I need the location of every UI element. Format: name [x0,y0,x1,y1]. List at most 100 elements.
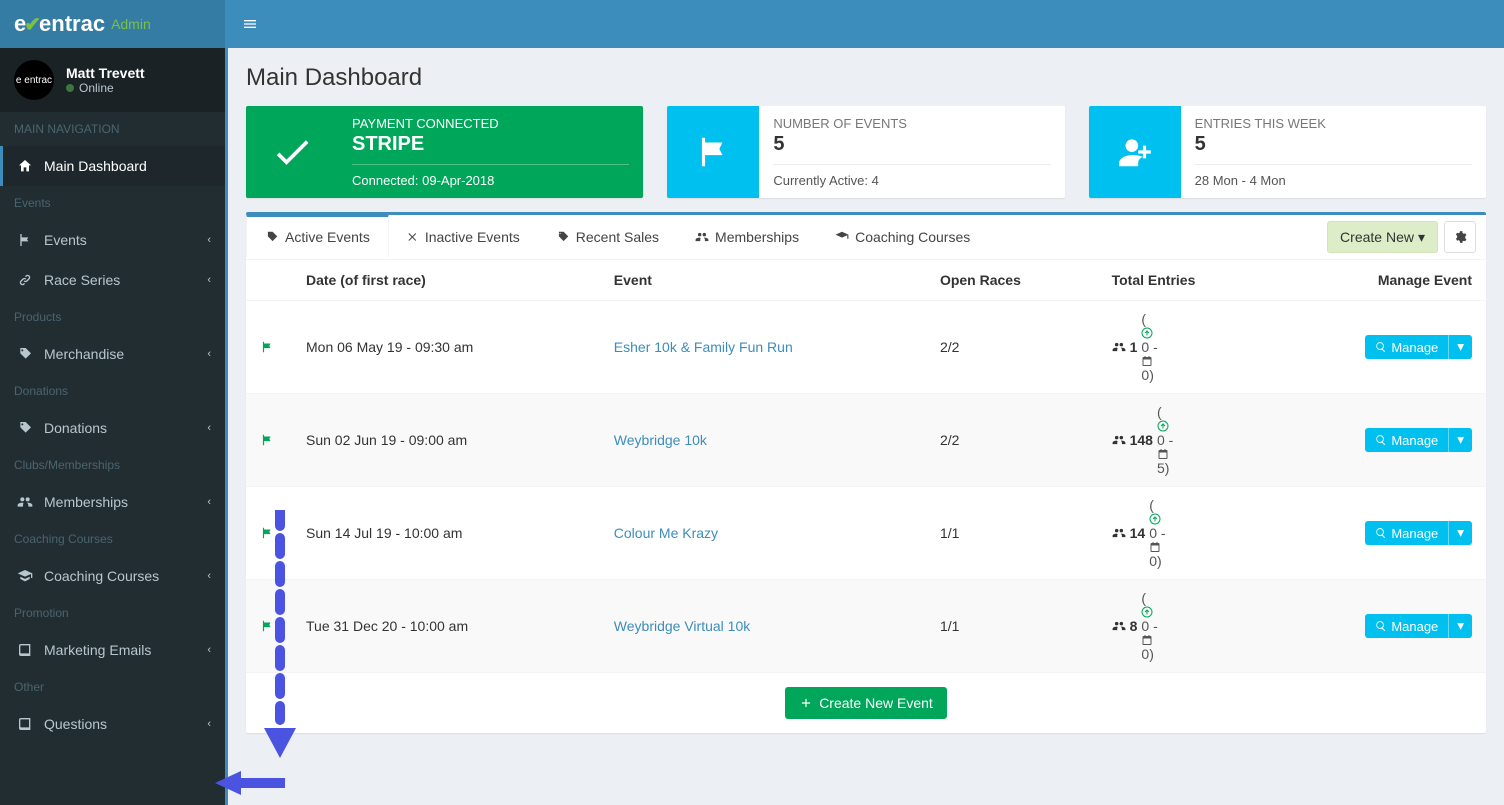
tab-coaching[interactable]: Coaching Courses [817,214,988,257]
users-icon [14,494,36,510]
settings-button[interactable] [1444,221,1476,253]
manage-button[interactable]: Manage [1365,614,1448,638]
th-event: Event [600,260,926,301]
page-title: Main Dashboard [246,64,1486,92]
annotation-arrow-down [260,510,300,760]
chevron-left-icon: ‹ [207,570,211,582]
sidebar-item-label: Events [44,232,87,248]
sidebar: e✔entrac Admin e entrac Matt Trevett Onl… [0,0,225,805]
user-status: Online [66,81,145,95]
card-payment-label: PAYMENT CONNECTED [352,116,629,131]
chevron-left-icon: ‹ [207,348,211,360]
annotation-arrow-left [215,768,285,798]
create-new-event-button[interactable]: Create New Event [785,687,947,719]
event-link[interactable]: Esher 10k & Family Fun Run [614,339,793,355]
tag-icon [14,420,36,436]
upload-icon [1149,513,1165,525]
sidebar-item-label: Race Series [44,272,120,288]
table-row: Sun 02 Jun 19 - 09:00 amWeybridge 10k2/2… [246,394,1486,487]
chevron-left-icon: ‹ [207,422,211,434]
card-events-value: 5 [773,133,1050,156]
nav-section-main: MAIN NAVIGATION [0,112,225,146]
manage-dropdown-button[interactable]: ▾ [1448,614,1472,638]
user-name: Matt Trevett [66,65,145,81]
logo-admin: Admin [111,16,151,32]
chevron-left-icon: ‹ [207,234,211,246]
create-new-button[interactable]: Create New ▾ [1327,221,1438,253]
tab-header: Active Events Inactive Events Recent Sal… [246,215,1486,260]
cell-entries: 148 ( 0 - 5) [1112,404,1174,476]
plus-icon [799,696,813,710]
calendar-icon [1149,541,1165,553]
flag-icon [667,106,759,198]
card-events: NUMBER OF EVENTS 5 Currently Active: 4 [667,106,1064,198]
card-entries-value: 5 [1195,133,1472,156]
online-dot-icon [66,84,74,92]
sidebar-item-dashboard[interactable]: Main Dashboard [0,146,225,186]
sidebar-item-merchandise[interactable]: Merchandise ‹ [0,334,225,374]
sidebar-item-label: Questions [44,716,107,732]
sidebar-item-label: Coaching Courses [44,568,159,584]
nav-section-donations: Donations [0,374,225,408]
table-row: Sun 14 Jul 19 - 10:00 amColour Me Krazy1… [246,487,1486,580]
event-link[interactable]: Colour Me Krazy [614,525,718,541]
caret-down-icon: ▾ [1457,339,1464,354]
search-icon [1375,341,1387,353]
th-date: Date (of first race) [292,260,600,301]
th-manage: Manage Event [1274,260,1486,301]
sidebar-item-label: Main Dashboard [44,158,147,174]
sidebar-item-race-series[interactable]: Race Series ‹ [0,260,225,300]
sidebar-item-questions[interactable]: Questions ‹ [0,704,225,744]
sidebar-item-label: Merchandise [44,346,124,362]
caret-down-icon: ▾ [1457,618,1464,633]
tab-memberships[interactable]: Memberships [677,214,817,257]
caret-down-icon: ▾ [1418,229,1425,246]
flag-icon [260,340,278,354]
card-entries-sub: 28 Mon - 4 Mon [1195,164,1472,188]
tab-recent-sales[interactable]: Recent Sales [538,214,677,257]
logo-brand-entrac: entrac [39,11,105,37]
gear-icon [1453,230,1467,244]
user-panel: e entrac Matt Trevett Online [0,48,225,112]
users-icon [1112,526,1126,540]
manage-button[interactable]: Manage [1365,335,1448,359]
check-icon [246,106,338,198]
sidebar-item-donations[interactable]: Donations ‹ [0,408,225,448]
logo[interactable]: e✔entrac Admin [0,0,225,48]
tags-icon [556,230,570,244]
nav-section-promotion: Promotion [0,596,225,630]
users-icon [1112,340,1126,354]
search-icon [1375,620,1387,632]
manage-dropdown-button[interactable]: ▾ [1448,521,1472,545]
nav-section-clubs: Clubs/Memberships [0,448,225,482]
flag-icon [14,232,36,248]
card-entries: ENTRIES THIS WEEK 5 28 Mon - 4 Mon [1089,106,1486,198]
event-link[interactable]: Weybridge 10k [614,432,707,448]
chevron-left-icon: ‹ [207,496,211,508]
cell-open: 2/2 [926,301,1098,394]
event-link[interactable]: Weybridge Virtual 10k [614,618,750,634]
menu-toggle-button[interactable] [242,16,258,32]
close-icon [407,231,419,243]
tab-active-events[interactable]: Active Events [246,214,389,257]
sidebar-item-marketing[interactable]: Marketing Emails ‹ [0,630,225,670]
card-payment-sub: Connected: 09-Apr-2018 [352,164,629,188]
manage-dropdown-button[interactable]: ▾ [1448,335,1472,359]
sidebar-item-coaching[interactable]: Coaching Courses ‹ [0,556,225,596]
cards-row: PAYMENT CONNECTED STRIPE Connected: 09-A… [246,106,1486,198]
tab-inactive-events[interactable]: Inactive Events [389,214,538,257]
sidebar-item-label: Marketing Emails [44,642,151,658]
manage-dropdown-button[interactable]: ▾ [1448,428,1472,452]
th-open: Open Races [926,260,1098,301]
sidebar-item-memberships[interactable]: Memberships ‹ [0,482,225,522]
nav-section-other: Other [0,670,225,704]
search-icon [1375,527,1387,539]
users-icon [695,230,709,244]
sidebar-item-events[interactable]: Events ‹ [0,220,225,260]
manage-button[interactable]: Manage [1365,428,1448,452]
home-icon [14,158,36,174]
cell-date: Tue 31 Dec 20 - 10:00 am [292,580,600,673]
manage-button[interactable]: Manage [1365,521,1448,545]
avatar[interactable]: e entrac [14,60,54,100]
card-payment: PAYMENT CONNECTED STRIPE Connected: 09-A… [246,106,643,198]
